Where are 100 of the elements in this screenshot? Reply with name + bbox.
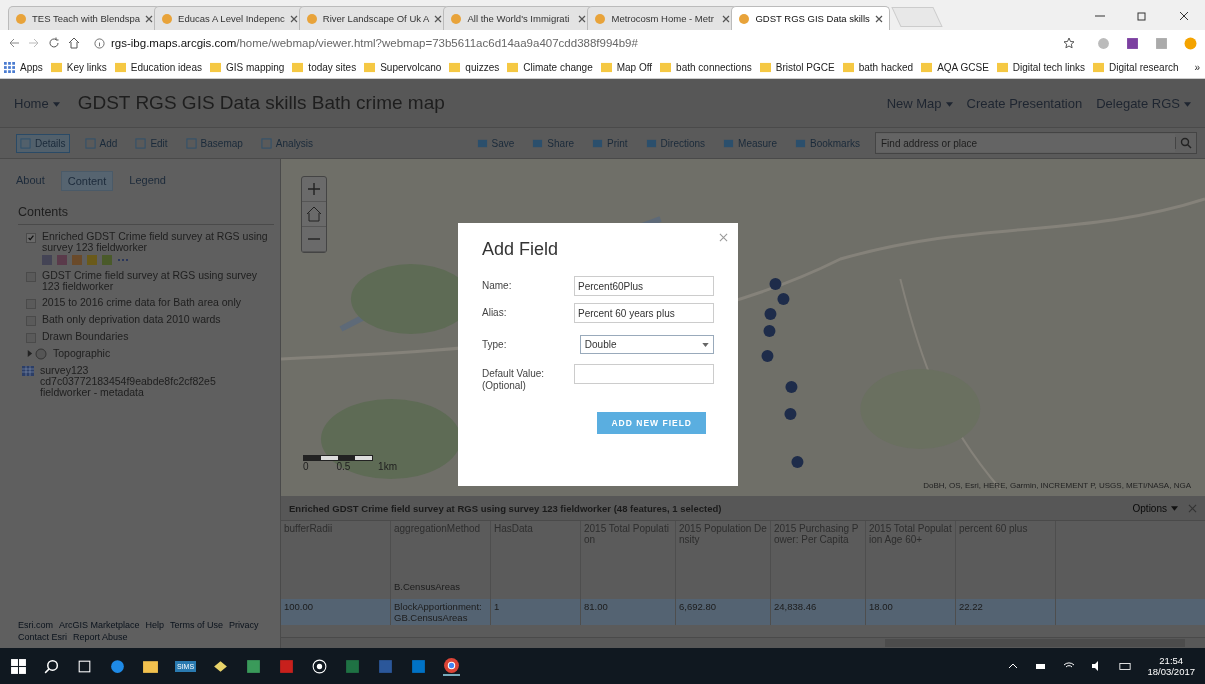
bookmark-item[interactable]: Digital research bbox=[1093, 61, 1179, 73]
scale-bar-icon bbox=[303, 455, 373, 461]
folder-icon bbox=[449, 61, 461, 73]
input-field[interactable]: Percent60Plus bbox=[574, 276, 714, 296]
media-icon[interactable] bbox=[311, 657, 329, 675]
toolbar-button[interactable]: Edit bbox=[132, 134, 171, 152]
bookmark-item[interactable]: Key links bbox=[50, 61, 107, 73]
table-cell: 100.00 bbox=[284, 601, 314, 612]
toolbar-button[interactable]: Share bbox=[529, 134, 578, 152]
layer-name[interactable]: GDST Crime field survey at RGS using survey 123 fieldworker bbox=[42, 270, 270, 292]
bookmark-item[interactable]: Supervolcano bbox=[364, 61, 442, 73]
restore-icon[interactable] bbox=[1136, 10, 1148, 22]
close-icon[interactable] bbox=[145, 14, 154, 23]
keyboard-icon[interactable] bbox=[1119, 660, 1132, 672]
bookmark-item[interactable]: quizzes bbox=[449, 61, 500, 73]
scale-label: 0 bbox=[303, 461, 309, 472]
field-label: Name: bbox=[482, 279, 513, 292]
star-icon[interactable] bbox=[1063, 37, 1075, 49]
back-arrow-icon[interactable] bbox=[8, 37, 20, 49]
footer-link[interactable]: Report Abuse bbox=[73, 632, 128, 642]
toolbar-button[interactable]: Analysis bbox=[257, 134, 317, 152]
layer-checkbox[interactable] bbox=[26, 233, 36, 243]
close-icon[interactable] bbox=[578, 14, 587, 23]
toolbar-button[interactable]: Directions bbox=[642, 134, 709, 152]
input-field[interactable]: Percent 60 years plus bbox=[574, 303, 714, 323]
square-icon bbox=[260, 137, 272, 149]
layer-name[interactable]: Drawn Boundaries bbox=[42, 331, 129, 342]
rectangle-icon bbox=[532, 137, 544, 149]
bookmark-item[interactable]: Map Off bbox=[600, 61, 653, 73]
info-icon bbox=[94, 37, 105, 49]
bookmark-item[interactable]: Digital tech links bbox=[996, 61, 1086, 73]
scale-label: 0.5 bbox=[336, 461, 351, 472]
more-bookmarks-button[interactable]: » bbox=[1194, 61, 1205, 73]
bookmark-item[interactable]: Education ideas bbox=[114, 61, 202, 73]
header-link[interactable]: Create Presentation bbox=[966, 95, 1083, 111]
table-cell: 81.00 bbox=[584, 601, 608, 612]
table-cell: 18.00 bbox=[869, 601, 893, 612]
footer-link[interactable]: Contact Esri bbox=[18, 632, 68, 642]
sidebar-tab[interactable]: About bbox=[10, 171, 51, 191]
caret-icon bbox=[1184, 101, 1191, 107]
bookmark-item[interactable]: Bristol PGCE bbox=[759, 61, 835, 73]
clock[interactable]: 21:54 18/03/2017 bbox=[1147, 655, 1195, 677]
toolbar-button[interactable]: Print bbox=[589, 134, 631, 152]
toolbar-button[interactable]: Basemap bbox=[182, 134, 246, 152]
table-cell: 1 bbox=[494, 601, 500, 612]
close-icon[interactable] bbox=[722, 14, 731, 23]
toolbar-button[interactable]: Bookmarks bbox=[792, 134, 863, 152]
options-menu[interactable]: Options bbox=[1132, 502, 1178, 514]
footer-link[interactable]: Terms of Use bbox=[170, 620, 224, 630]
rectangle-icon bbox=[723, 137, 735, 149]
input-field[interactable] bbox=[574, 364, 714, 384]
address-bar[interactable]: rgs-ibg.maps.arcgis.com/home/webmap/viewer.html?webmap=73b5611ac6d14aa9a407cdd388f994b9# bbox=[88, 32, 1081, 54]
windows-start-icon[interactable] bbox=[10, 657, 27, 675]
toolbar-button[interactable]: Save bbox=[473, 134, 518, 152]
bookmark-item[interactable]: GIS mapping bbox=[210, 61, 285, 73]
browser-tab[interactable]: GDST RGS GIS Data skills bbox=[731, 6, 890, 30]
table-cell: B.CensusAreas bbox=[394, 581, 460, 592]
layer-name[interactable]: Enriched GDST Crime field survey at RGS using survey 123 fieldworker bbox=[42, 231, 270, 253]
header-link[interactable]: New Map bbox=[886, 95, 953, 111]
home-icon[interactable] bbox=[68, 37, 80, 49]
reload-icon[interactable] bbox=[48, 37, 60, 49]
footer-link[interactable]: Privacy bbox=[229, 620, 259, 630]
sidebar-tab[interactable]: Legend bbox=[123, 171, 172, 191]
add-new-field-button[interactable]: ADD NEW FIELD bbox=[597, 412, 706, 434]
bookmark-item[interactable]: Climate change bbox=[507, 61, 593, 73]
field-label: Alias: bbox=[482, 306, 508, 319]
close-icon[interactable] bbox=[434, 14, 443, 23]
type-dropdown[interactable]: Double bbox=[579, 335, 714, 354]
footer-link[interactable]: Esri.com bbox=[18, 620, 53, 630]
sidebar-tab[interactable]: Content bbox=[60, 171, 114, 191]
footer-link[interactable]: Help bbox=[145, 620, 165, 630]
header-link[interactable]: Delegate RGS bbox=[1096, 95, 1191, 111]
selected-table-row[interactable]: 100.00 BlockApportionment:GB.CensusAreas 1 81.00 6,692.80 24,838.46 18.00 22.22 bbox=[281, 599, 1205, 625]
folder-icon bbox=[114, 61, 126, 73]
expand-arrow-icon[interactable] bbox=[26, 350, 33, 357]
layer-name[interactable]: 2015 to 2016 crime data for Bath area only bbox=[42, 297, 242, 308]
home-menu[interactable]: Home bbox=[14, 95, 60, 111]
bookmark-item[interactable]: today sites bbox=[292, 61, 357, 73]
toolbar-button[interactable]: Add bbox=[81, 134, 121, 152]
zoom-control[interactable] bbox=[301, 176, 327, 253]
layer-name[interactable]: Bath only deprivation data 2010 wards bbox=[42, 314, 221, 325]
square-icon bbox=[135, 137, 147, 149]
close-icon[interactable] bbox=[289, 14, 298, 23]
close-icon[interactable] bbox=[1178, 10, 1190, 22]
table-name[interactable]: survey123 cd7c03772183454f9eabde8fc2cf82e5 fieldworker - metadata bbox=[40, 365, 240, 398]
footer-link[interactable]: ArcGIS Marketplace bbox=[59, 620, 140, 630]
close-icon[interactable] bbox=[874, 14, 883, 23]
horizontal-scrollbar[interactable] bbox=[281, 637, 1205, 648]
bookmark-item[interactable]: Apps bbox=[4, 61, 43, 73]
layer-name[interactable]: Topographic bbox=[53, 348, 111, 359]
url-text: rgs-ibg.maps.arcgis.com/home/webmap/viewer.html?webmap=73b5611ac6d14aa9a407cdd388f994b9# bbox=[111, 37, 638, 49]
bookmark-item[interactable]: bath connections bbox=[660, 61, 752, 73]
caret-icon bbox=[52, 101, 60, 107]
bookmark-item[interactable]: bath hacked bbox=[842, 61, 914, 73]
search-icon[interactable] bbox=[43, 657, 60, 675]
chrome-browser-icon[interactable] bbox=[443, 656, 461, 676]
bookmark-item[interactable]: AQA GCSE bbox=[921, 61, 989, 73]
square-icon bbox=[185, 137, 197, 149]
warning-icon[interactable] bbox=[1184, 36, 1197, 50]
toolbar-button[interactable]: Measure bbox=[720, 134, 780, 152]
